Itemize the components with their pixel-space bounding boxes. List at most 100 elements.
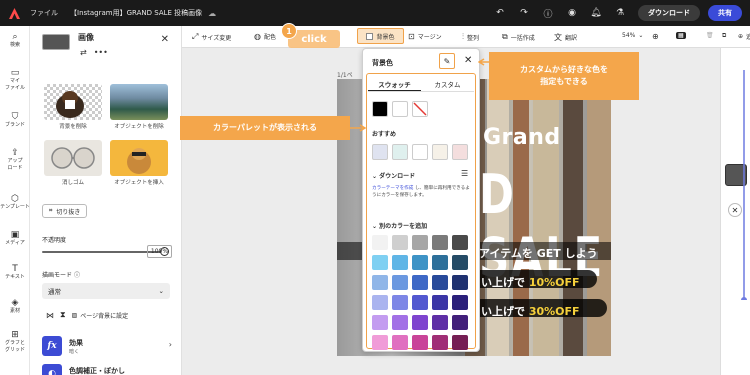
file-menu[interactable]: ファイル [30, 8, 58, 18]
swatch-palette[interactable] [392, 315, 408, 330]
swatch-palette[interactable] [432, 235, 448, 250]
help-icon[interactable]: ⓘ [541, 6, 555, 20]
nav-elements[interactable]: ◈ 素材 [0, 299, 30, 315]
add-page-button[interactable]: ⊕ [652, 32, 659, 41]
zoom-control[interactable]: 54% ⌄ [622, 32, 643, 39]
swatch-white[interactable] [392, 101, 408, 117]
swatch-recommended[interactable] [412, 144, 428, 160]
swatch-palette[interactable] [412, 255, 428, 270]
close-icon[interactable]: ✕ [464, 55, 472, 66]
swatch-recommended[interactable] [432, 144, 448, 160]
nav-templates[interactable]: ⬡ テンプレート [0, 195, 30, 211]
tab-custom[interactable]: カスタム [421, 77, 474, 91]
remove-object-tile[interactable] [110, 84, 168, 120]
blend-mode-select[interactable]: 通常 ⌄ [42, 283, 170, 299]
margin-button[interactable]: ⊡ マージン [408, 32, 442, 41]
bell-icon[interactable]: 🔔︎ [589, 6, 603, 20]
swatch-palette[interactable] [372, 275, 388, 290]
canvas-grand-text[interactable]: Grand [483, 125, 561, 150]
swatch-palette[interactable] [432, 315, 448, 330]
canvas-offer-2[interactable]: い上げで 30%OFF [481, 303, 580, 319]
swatch-palette[interactable] [452, 255, 468, 270]
download-section-label[interactable]: ⌄ ダウンロード [372, 171, 415, 180]
swatch-palette[interactable] [372, 315, 388, 330]
pages-toggle-icon[interactable]: ▦ [676, 32, 686, 39]
add-page-label[interactable]: ⊕追加 [738, 32, 750, 41]
nav-text[interactable]: T テキスト [0, 265, 30, 281]
swatch-palette[interactable] [452, 335, 468, 350]
nav-search[interactable]: ⌕ 検索 [0, 33, 30, 49]
replace-icon[interactable]: ⇄ [80, 48, 87, 57]
swatch-palette[interactable] [372, 255, 388, 270]
adobe-express-logo-icon[interactable] [7, 6, 21, 20]
swatch-black[interactable] [372, 101, 388, 117]
eyedropper-icon[interactable]: ✎ [439, 53, 455, 69]
redo-icon[interactable]: ↷ [517, 6, 531, 20]
swatch-palette[interactable] [432, 335, 448, 350]
canvas-offer-1[interactable]: い上げで 10%OFF [481, 274, 580, 290]
swatch-palette[interactable] [452, 315, 468, 330]
other-colors-label[interactable]: ⌄ 別のカラーを追加 [372, 221, 427, 230]
swatch-palette[interactable] [432, 275, 448, 290]
crop-button[interactable]: ⌗ 切り抜き [42, 204, 88, 218]
document-title[interactable]: 【Instagram用】GRAND SALE 投稿画像 [70, 8, 202, 18]
background-color-button[interactable]: 背景色 [357, 28, 404, 44]
swatch-palette[interactable] [392, 295, 408, 310]
swatch-palette[interactable] [412, 235, 428, 250]
nav-brand[interactable]: ⛉ ブランド [0, 113, 30, 129]
swatch-recommended[interactable] [452, 144, 468, 160]
swatch-palette[interactable] [372, 295, 388, 310]
swatch-palette[interactable] [432, 255, 448, 270]
copy-icon[interactable]: ⧉ [722, 32, 726, 40]
color-adjust-row[interactable]: ◐ 色調補正・ぼかし [42, 364, 172, 375]
swatch-palette[interactable] [392, 335, 408, 350]
vertical-scrollbar[interactable] [740, 70, 748, 300]
swatch-palette[interactable] [372, 335, 388, 350]
swatch-palette[interactable] [452, 295, 468, 310]
swatch-palette[interactable] [412, 295, 428, 310]
flip-vertical-icon[interactable]: ⧗ [60, 310, 66, 320]
swatch-palette[interactable] [452, 235, 468, 250]
arrange-button[interactable]: ⫶ 整列 [462, 32, 479, 42]
swatch-palette[interactable] [392, 255, 408, 270]
effects-row[interactable]: fx 効果 暗く › [42, 336, 172, 358]
swatch-recommended[interactable] [392, 144, 408, 160]
nav-media[interactable]: ▣ メディア [0, 231, 30, 247]
swatch-palette[interactable] [432, 295, 448, 310]
resize-button[interactable]: ⤢ サイズ変更 [192, 32, 231, 42]
delete-icon[interactable]: 🗑︎ [706, 32, 714, 39]
swatch-palette[interactable] [412, 335, 428, 350]
create-theme-link[interactable]: カラーテーマを作成 [372, 186, 413, 191]
nav-charts-grids[interactable]: ⊞ グラフと グリッド [0, 331, 30, 354]
swatch-palette[interactable] [392, 235, 408, 250]
nav-my-files[interactable]: ▭ マイ ファイル [0, 69, 30, 92]
swatch-recommended[interactable] [372, 144, 388, 160]
swatch-palette[interactable] [412, 315, 428, 330]
remove-background-tile[interactable] [44, 84, 102, 120]
lightbulb-icon[interactable]: ◉ [565, 6, 579, 20]
share-button[interactable]: 共有 [708, 5, 742, 21]
canvas-get-text[interactable]: アイテムを GET しよう [479, 245, 598, 261]
flask-icon[interactable]: ⚗ [613, 6, 627, 20]
eraser-tile[interactable] [44, 140, 102, 176]
more-icon[interactable]: ••• [94, 48, 108, 57]
swatch-palette[interactable] [452, 275, 468, 290]
translate-button[interactable]: 文翻訳 [554, 32, 577, 43]
close-icon[interactable]: ✕ [161, 34, 169, 45]
swatch-palette[interactable] [392, 275, 408, 290]
settings-sliders-icon[interactable]: ☰ [461, 169, 468, 178]
undo-icon[interactable]: ↶ [493, 6, 507, 20]
flip-horizontal-icon[interactable]: ⋈ [46, 311, 54, 320]
swatch-none[interactable] [412, 101, 428, 117]
swatch-palette[interactable] [372, 235, 388, 250]
insert-object-tile[interactable] [110, 140, 168, 176]
color-theme-button[interactable]: ◍ 配色 [254, 32, 276, 41]
page-background-button[interactable]: ▨ ページ背景に設定 [72, 311, 129, 320]
download-button[interactable]: ダウンロード [638, 5, 700, 21]
swatch-palette[interactable] [412, 275, 428, 290]
opacity-value-field[interactable]: 100% [147, 245, 172, 258]
nav-upload[interactable]: ⇪ アップ ロード [0, 149, 30, 172]
tab-swatches[interactable]: スウォッチ [368, 77, 421, 91]
batch-create-button[interactable]: ⧉ 一括作成 [502, 32, 535, 42]
info-icon[interactable]: ⓘ [74, 272, 80, 279]
